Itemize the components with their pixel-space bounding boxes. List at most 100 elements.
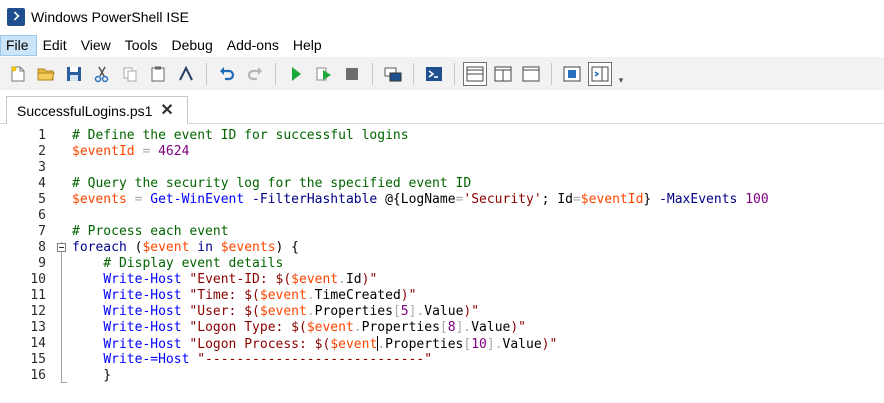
- script-editor[interactable]: 1 # Define the event ID for successful lo…: [0, 125, 884, 403]
- code-token: "----------------------------": [197, 352, 433, 367]
- redo-icon: [247, 66, 262, 80]
- code-token: (: [126, 240, 143, 255]
- code-token: $event: [259, 304, 307, 319]
- code-line[interactable]: 13 Write-Host "Logon Type: $($event.Prop…: [0, 320, 884, 336]
- code-token: Id: [345, 272, 362, 287]
- code-token: ) {: [275, 240, 300, 255]
- code-line[interactable]: 11 Write-Host "Time: $($event.TimeCreate…: [0, 288, 884, 304]
- code-token: "Time: $(: [189, 288, 260, 303]
- code-line[interactable]: 2 $eventId = 4624: [0, 144, 884, 160]
- show-script-pane-button[interactable]: [560, 62, 584, 86]
- code-token: Write-Host: [103, 320, 182, 335]
- save-button[interactable]: [62, 62, 86, 86]
- clear-console-button[interactable]: [174, 62, 198, 86]
- code-token: # Process each event: [72, 224, 229, 239]
- show-command-addon-button[interactable]: [588, 61, 612, 86]
- open-icon: [37, 68, 55, 80]
- stop-button[interactable]: [340, 62, 364, 86]
- code-token: Id: [557, 192, 573, 207]
- code-text: foreach ($event in $events) {: [72, 240, 299, 256]
- run-selection-icon: [316, 67, 331, 80]
- code-line[interactable]: 12 Write-Host "User: $($event.Properties…: [0, 304, 884, 320]
- menu-debug[interactable]: Debug: [165, 35, 220, 56]
- code-text: $eventId = 4624: [72, 144, 189, 160]
- code-token: )": [361, 272, 378, 287]
- line-number: 14: [30, 336, 46, 351]
- run-script-button[interactable]: [284, 62, 308, 86]
- start-powershell-button[interactable]: [422, 62, 446, 86]
- code-line[interactable]: 8 foreach ($event in $events) {: [0, 240, 884, 256]
- code-token: 'Security': [463, 192, 542, 207]
- run-selection-button[interactable]: [312, 62, 336, 86]
- code-line[interactable]: 9 # Display event details: [0, 256, 884, 272]
- tab-successfullogins[interactable]: SuccessfulLogins.ps1 ✕: [6, 96, 188, 124]
- code-token: @{: [377, 192, 401, 207]
- code-token: [: [439, 320, 448, 335]
- code-line[interactable]: 5 $events = Get-WinEvent -FilterHashtable…: [0, 192, 884, 208]
- code-line[interactable]: 3: [0, 160, 884, 176]
- copy-button[interactable]: [118, 62, 142, 86]
- code-text: $events = Get-WinEvent -FilterHashtable …: [72, 192, 769, 208]
- show-script-pane-maximized-icon: [522, 66, 540, 81]
- code-line[interactable]: 6: [0, 208, 884, 224]
- code-token: Write-Host: [103, 304, 182, 319]
- paste-button[interactable]: [146, 62, 170, 86]
- show-script-pane-icon: [563, 66, 581, 81]
- cut-button[interactable]: [90, 62, 114, 86]
- code-token: Get-WinEvent: [150, 192, 245, 207]
- toolbar-separator: [413, 62, 414, 85]
- menu-add-ons[interactable]: Add-ons: [221, 35, 287, 56]
- code-token: foreach: [72, 240, 127, 255]
- code-token: $events: [220, 240, 276, 255]
- code-line[interactable]: 16 }: [0, 368, 884, 384]
- code-token: -MaxEvents: [659, 192, 738, 207]
- show-script-pane-maximized-button[interactable]: [519, 62, 543, 86]
- show-script-pane-top-button[interactable]: [463, 61, 487, 86]
- new-button[interactable]: [6, 62, 30, 86]
- code-token: )": [510, 320, 527, 335]
- code-line[interactable]: 14 Write-Host "Logon Process: $($event.P…: [0, 336, 884, 352]
- code-token: 100: [745, 192, 769, 207]
- code-token: $eventId: [72, 144, 135, 159]
- remote-powershell-button[interactable]: [381, 62, 405, 86]
- code-token: .: [338, 272, 346, 287]
- open-button[interactable]: [34, 62, 58, 86]
- menu-file[interactable]: File: [0, 35, 37, 56]
- menu-bar: File Edit View Tools Debug Add-ons Help: [0, 35, 884, 56]
- powershell-ise-icon: [7, 8, 25, 26]
- code-line[interactable]: 15 Write-=Host "------------------------…: [0, 352, 884, 368]
- show-script-pane-right-button[interactable]: [491, 62, 515, 86]
- code-text: Write-Host "Logon Type: $($event.Propert…: [72, 320, 526, 336]
- code-text: Write-Host "Event-ID: $($event.Id)": [72, 272, 377, 288]
- menu-edit[interactable]: Edit: [37, 35, 75, 56]
- undo-button[interactable]: [215, 62, 239, 86]
- toolbar-separator: [206, 62, 207, 85]
- code-token: Properties: [385, 337, 464, 352]
- code-token: }: [72, 368, 112, 383]
- code-token: .: [306, 304, 315, 319]
- script-tab-strip: SuccessfulLogins.ps1 ✕: [0, 90, 884, 124]
- toolbar-overflow-icon[interactable]: ▾: [616, 62, 626, 86]
- menu-view[interactable]: View: [75, 35, 119, 56]
- line-number: 3: [38, 160, 46, 175]
- redo-button[interactable]: [243, 62, 267, 86]
- close-icon[interactable]: ✕: [160, 102, 173, 119]
- code-line[interactable]: 4 # Query the security log for the specif…: [0, 176, 884, 192]
- menu-tools[interactable]: Tools: [119, 35, 166, 56]
- code-line[interactable]: 7 # Process each event: [0, 224, 884, 240]
- code-line[interactable]: 1 # Define the event ID for successful lo…: [0, 128, 884, 144]
- code-token: "Event-ID: $(: [189, 272, 292, 287]
- toolbar: ▾: [0, 57, 884, 90]
- menu-help[interactable]: Help: [287, 35, 330, 56]
- cut-icon: [94, 66, 109, 82]
- code-line[interactable]: 10 Write-Host "Event-ID: $($event.Id)": [0, 272, 884, 288]
- code-token: $event: [330, 337, 378, 352]
- code-token: # Display event details: [72, 256, 284, 271]
- start-powershell-icon: [426, 66, 442, 81]
